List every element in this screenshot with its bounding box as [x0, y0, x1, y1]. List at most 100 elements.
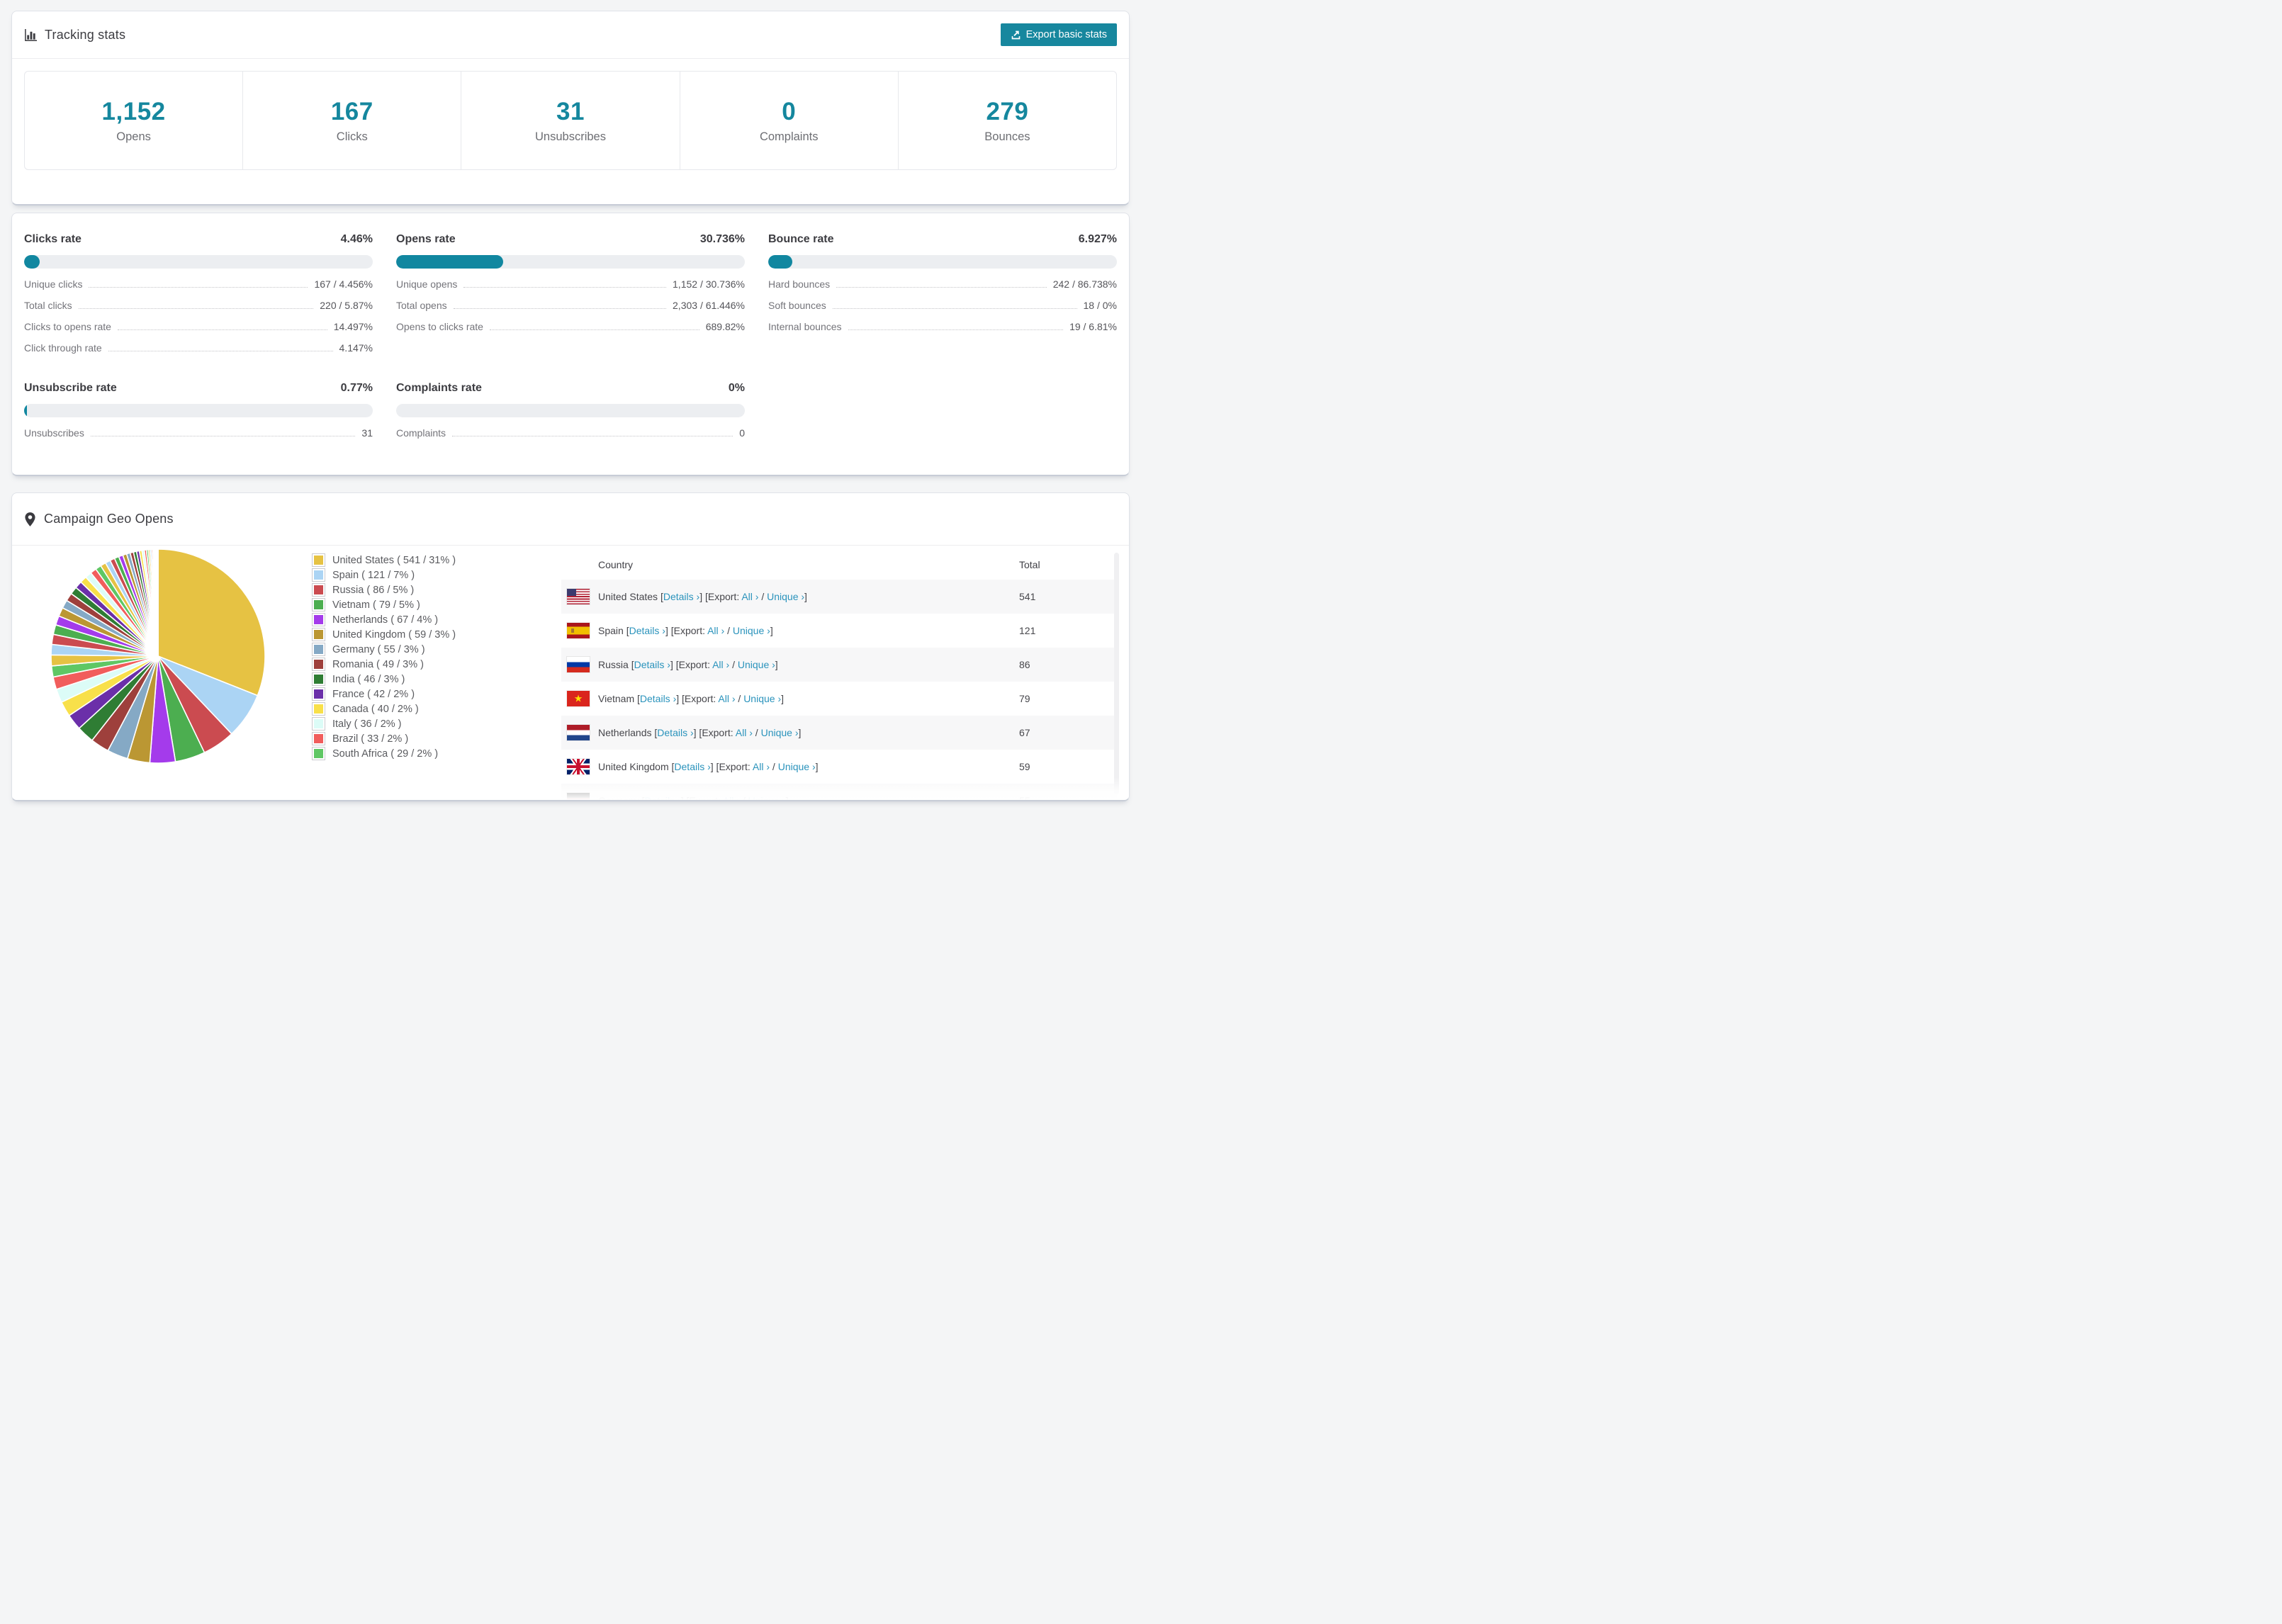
country-column-header: Country: [598, 559, 634, 570]
progress-track: [396, 404, 745, 417]
legend-item-south-africa: South Africa ( 29 / 2% ): [312, 747, 561, 760]
leader-dots: [836, 287, 1047, 288]
export-label: Export:: [707, 591, 742, 602]
rate-value: 6.927%: [1078, 233, 1117, 245]
details-link[interactable]: Details ›: [640, 693, 676, 704]
rate-row-label: Complaints: [396, 427, 446, 439]
legend-label: Romania ( 49 / 3% ): [332, 658, 424, 670]
leader-dots: [832, 308, 1077, 309]
bracket: ] [: [680, 795, 690, 801]
bracket: ]: [798, 727, 802, 738]
flag-gb-icon: [567, 759, 590, 774]
bracket: ]: [770, 625, 773, 636]
country-name: Vietnam: [598, 693, 637, 704]
progress-track: [396, 255, 745, 269]
legend-swatch-color: [314, 600, 323, 609]
legend-swatch: [312, 717, 325, 731]
export-all-link[interactable]: All ›: [718, 693, 735, 704]
export-unique-link[interactable]: Unique ›: [761, 727, 799, 738]
stat-cell-unsubscribes: 31 Unsubscribes: [461, 72, 679, 169]
export-unique-link[interactable]: Unique ›: [778, 761, 816, 772]
rate-block-complaints-rate: Complaints rate 0% Complaints 0: [396, 382, 745, 439]
bracket: ]: [804, 591, 807, 602]
legend-label: Brazil ( 33 / 2% ): [332, 733, 409, 745]
rate-row-label: Total clicks: [24, 300, 72, 311]
details-link[interactable]: Details ›: [663, 591, 699, 602]
country-name: United States: [598, 591, 661, 602]
stat-value: 279: [986, 97, 1029, 125]
export-unique-link[interactable]: Unique ›: [733, 625, 770, 636]
rate-row-value: 14.497%: [333, 321, 373, 332]
legend-swatch: [312, 598, 325, 611]
details-link[interactable]: Details ›: [674, 761, 710, 772]
legend-swatch-color: [314, 749, 323, 758]
leader-dots: [453, 308, 667, 309]
export-all-link[interactable]: All ›: [712, 659, 729, 670]
legend-swatch: [312, 643, 325, 656]
stat-cell-bounces: 279 Bounces: [897, 72, 1116, 169]
export-label: Export:: [689, 795, 723, 801]
rates-card: Clicks rate 4.46% Unique clicks 167 / 4.456…: [11, 213, 1130, 476]
legend-label: Vietnam ( 79 / 5% ): [332, 599, 420, 611]
leader-dots: [89, 287, 308, 288]
legend-swatch-color: [314, 630, 323, 639]
bar-chart-icon: [24, 28, 38, 42]
bracket: ]: [781, 693, 784, 704]
legend-swatch-color: [314, 734, 323, 743]
details-link[interactable]: Details ›: [644, 795, 680, 800]
rate-row-label: Unique clicks: [24, 278, 83, 290]
country-name: United Kingdom: [598, 761, 672, 772]
export-unique-link[interactable]: Unique ›: [743, 693, 781, 704]
rate-row-soft-bounces: Soft bounces 18 / 0%: [768, 300, 1117, 311]
progress-track: [24, 255, 373, 269]
legend-item-france: France ( 42 / 2% ): [312, 687, 561, 701]
geo-title: Campaign Geo Opens: [44, 512, 174, 526]
details-link[interactable]: Details ›: [634, 659, 670, 670]
export-unique-link[interactable]: Unique ›: [748, 795, 786, 800]
total-cell: 55: [1019, 795, 1030, 801]
legend-swatch-color: [314, 585, 323, 594]
table-row-de: Germany [Details ›] [Export: All › / Uni…: [561, 784, 1117, 801]
table-row-es: Spain [Details ›] [Export: All › / Uniqu…: [561, 614, 1117, 648]
slash-separator: /: [724, 625, 733, 636]
details-link[interactable]: Details ›: [629, 625, 665, 636]
export-unique-link[interactable]: Unique ›: [738, 659, 775, 670]
rate-head: Complaints rate 0%: [396, 382, 745, 395]
rate-title: Complaints rate: [396, 382, 482, 394]
rate-head: Bounce rate 6.927%: [768, 233, 1117, 246]
progress-fill: [768, 255, 793, 269]
legend-label: France ( 42 / 2% ): [332, 688, 415, 700]
export-all-link[interactable]: All ›: [723, 795, 740, 800]
rate-block-opens-rate: Opens rate 30.736% Unique opens 1,152 / 30.…: [396, 233, 745, 354]
rate-row-unsubscribes: Unsubscribes 31: [24, 427, 373, 439]
flag-ru-icon: [567, 657, 590, 672]
page: { "colors": { "accent_teal": "#17879e", …: [0, 11, 1141, 823]
table-rows: United States [Details ›] [Export: All ›…: [561, 580, 1117, 801]
legend-swatch-color: [314, 689, 323, 699]
legend-item-united-kingdom: United Kingdom ( 59 / 3% ): [312, 628, 561, 641]
progress-fill: [396, 255, 504, 269]
details-link[interactable]: Details ›: [657, 727, 693, 738]
legend-swatch: [312, 553, 325, 567]
rate-row-value: 1,152 / 30.736%: [673, 278, 745, 290]
export-all-link[interactable]: All ›: [707, 625, 724, 636]
stat-value: 1,152: [101, 97, 166, 125]
export-unique-link[interactable]: Unique ›: [767, 591, 804, 602]
legend-label: South Africa ( 29 / 2% ): [332, 748, 439, 760]
export-label: Export:: [719, 761, 753, 772]
rate-row-value: 167 / 4.456%: [314, 278, 373, 290]
stat-label: Bounces: [984, 130, 1030, 143]
rate-title: Opens rate: [396, 233, 456, 245]
bracket: ] [: [676, 693, 685, 704]
export-all-link[interactable]: All ›: [741, 591, 758, 602]
export-all-link[interactable]: All ›: [753, 761, 770, 772]
export-all-link[interactable]: All ›: [736, 727, 753, 738]
total-cell: 59: [1019, 761, 1030, 772]
legend-label: United States ( 541 / 31% ): [332, 554, 456, 566]
total-cell: 541: [1019, 591, 1036, 602]
country-cell: United States [Details ›] [Export: All ›…: [598, 591, 1019, 602]
bracket: ] [: [670, 659, 679, 670]
table-scrollbar[interactable]: [1114, 553, 1119, 794]
export-basic-stats-button[interactable]: Export basic stats: [1000, 23, 1117, 46]
rate-row-value: 242 / 86.738%: [1052, 278, 1117, 290]
